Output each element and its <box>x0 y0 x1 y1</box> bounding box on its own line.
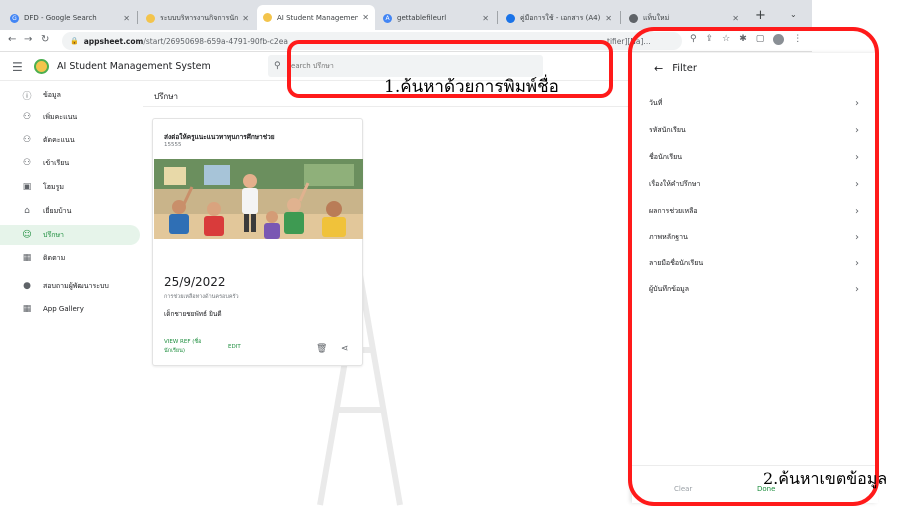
card-title: ส่งต่อให้ครูแนะแนวทาทุนการศึกษาช่วย <box>164 133 275 141</box>
tab-separator <box>620 11 621 24</box>
app-logo <box>34 59 49 74</box>
appsheet-icon <box>146 13 155 23</box>
sidebar-item-home-visit[interactable]: ⌂ เยี่ยมบ้าน <box>0 201 140 221</box>
sidebar-item-homeroom[interactable]: ▣ โฮมรูม <box>0 177 140 197</box>
edit-button[interactable]: EDIT <box>228 343 241 352</box>
close-icon[interactable]: ✕ <box>362 13 369 22</box>
classroom-icon: ▣ <box>22 182 32 192</box>
info-filled-icon: ● <box>23 281 31 291</box>
close-icon[interactable]: ✕ <box>123 14 130 23</box>
new-tab-button[interactable]: + <box>755 8 766 23</box>
card-description: การช่วยเหลือทางด้านครอบครัว <box>164 294 239 300</box>
search-icon: ⚲ <box>274 61 281 71</box>
grid-icon: ▦ <box>22 304 32 314</box>
lock-icon: 🔒 <box>70 37 79 45</box>
annotation-filter-note: 2.ค้นหาเขตข้อมูล <box>763 469 888 488</box>
view-title: ปรึกษา <box>154 92 178 101</box>
annotation-highlight-filter <box>628 27 879 506</box>
sidebar-item-add-score[interactable]: ⚇ เพิ่มคะแนน <box>0 107 140 127</box>
reload-icon[interactable]: ↻ <box>41 34 49 45</box>
browser-tab-strip: G DFD - Google Search ✕ ระบบบริหารงานกิจ… <box>0 0 812 30</box>
tab-search-chevron-icon[interactable]: ⌄ <box>790 10 797 19</box>
card-subtitle: 15555 <box>164 142 182 148</box>
browser-tab-school-system[interactable]: ระบบบริหารงานกิจการนักเรียน ✕ <box>140 6 255 30</box>
person-add-icon: ⚇ <box>22 112 32 122</box>
close-icon[interactable]: ✕ <box>482 14 489 23</box>
sidebar-nav: ⓘ ข้อมูล ⚇ เพิ่มคะแนน ⚇ ตัดคะแนน ⚇ เข้าเ… <box>0 82 143 518</box>
google-icon: G <box>10 13 19 23</box>
consult-icon: ☺ <box>22 230 32 240</box>
card-date: 25/9/2022 <box>164 275 226 289</box>
browser-tab-ai-student[interactable]: AI Student Management Sy ✕ <box>257 5 375 30</box>
docs-icon <box>506 13 515 23</box>
close-icon[interactable]: ✕ <box>605 14 612 23</box>
tab-separator <box>497 11 498 24</box>
sidebar-item-app-gallery[interactable]: ▦ App Gallery <box>0 299 140 319</box>
share-icon[interactable]: ⋖ <box>341 344 349 354</box>
sidebar-item-follow-up[interactable]: ▦ ติดตาม <box>0 248 140 268</box>
tab-separator <box>137 11 138 24</box>
appsheet-a-icon: A <box>383 13 392 23</box>
chrome-icon <box>629 13 638 23</box>
view-ref-link[interactable]: VIEW REF (ชื่อ นักเรียน) <box>164 338 201 356</box>
view-divider <box>143 106 632 107</box>
close-icon[interactable]: ✕ <box>732 14 739 23</box>
browser-tab-manual-doc[interactable]: คู่มือการใช้ - เอกสาร (A4) ✕ <box>500 6 618 30</box>
person-remove-icon: ⚇ <box>22 135 32 145</box>
sidebar-item-attendance[interactable]: ⚇ เข้าเรียน <box>0 153 140 173</box>
info-circle-icon: ⓘ <box>22 91 32 102</box>
classroom-photo <box>154 159 363 239</box>
app-title: AI Student Management System <box>57 61 211 72</box>
sidebar-item-info[interactable]: ⓘ ข้อมูล <box>0 85 140 105</box>
annotation-search-note: 1.ค้นหาด้วยการพิมพ์ชื่อ <box>384 77 559 97</box>
back-arrow-icon[interactable]: ← <box>8 34 16 45</box>
browser-tab-google[interactable]: G DFD - Google Search ✕ <box>4 6 136 30</box>
trash-icon[interactable]: 🗑 <box>316 344 327 354</box>
sidebar-item-deduct-score[interactable]: ⚇ ตัดคะแนน <box>0 130 140 150</box>
browser-tab-gettablefileurl[interactable]: A gettablefileurl ✕ <box>377 6 495 30</box>
consult-record-card[interactable]: ส่งต่อให้ครูแนะแนวทาทุนการศึกษาช่วย 1555… <box>152 118 363 366</box>
card-student-name: เด็กชายชยพัทธ์ ยินดี <box>164 310 222 318</box>
appsheet-icon <box>263 13 272 22</box>
calendar-icon: ▦ <box>22 253 32 263</box>
people-home-icon: ⌂ <box>24 206 30 216</box>
person-clock-icon: ⚇ <box>22 158 32 168</box>
sidebar-item-ask-developer[interactable]: ● สอบถามผู้พัฒนาระบบ <box>0 276 140 296</box>
hamburger-menu-icon[interactable]: ☰ <box>12 60 23 74</box>
forward-arrow-icon[interactable]: → <box>24 34 32 45</box>
sidebar-item-consult[interactable]: ☺ ปรึกษา <box>0 225 140 245</box>
close-icon[interactable]: ✕ <box>242 14 249 23</box>
